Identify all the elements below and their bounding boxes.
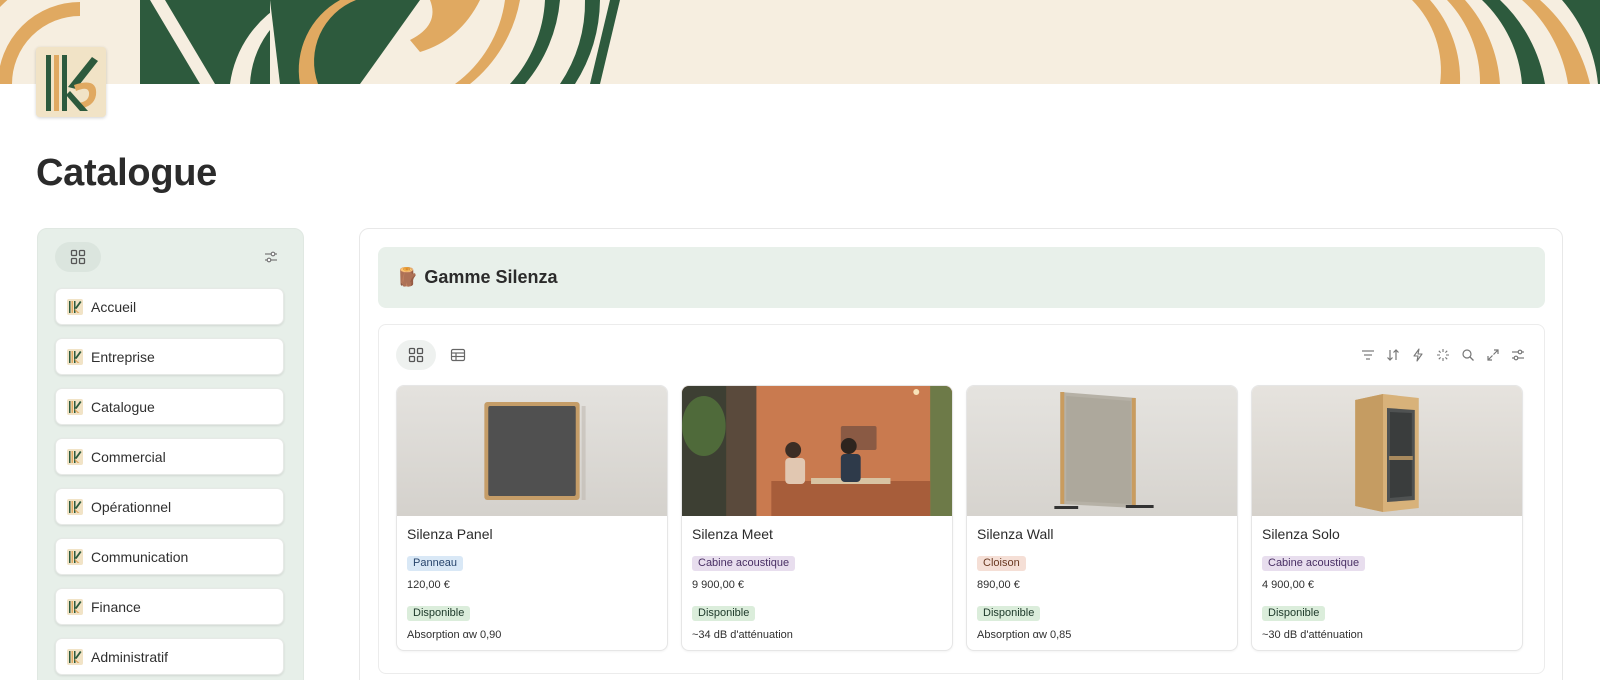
sidebar-item-label: Catalogue [91, 398, 155, 415]
filter-button[interactable] [1358, 345, 1378, 365]
logo-icon [67, 398, 83, 415]
lightning-icon [1413, 348, 1423, 362]
product-card[interactable]: Silenza Meet Cabine acoustique 9 900,00 … [681, 385, 953, 651]
sidebar-item-label: Commercial [91, 448, 166, 465]
sparkle-icon [1437, 349, 1449, 361]
callout-header: 🪵 Gamme Silenza [378, 247, 1545, 308]
product-card[interactable]: Silenza Solo Cabine acoustique 4 900,00 … [1251, 385, 1523, 651]
product-spec: Absorption αw 0,85 [977, 629, 1072, 641]
logo-icon [67, 648, 83, 665]
tab-gallery-view[interactable] [396, 340, 436, 370]
sliders-icon [1512, 349, 1524, 361]
wood-icon: 🪵 [396, 267, 419, 287]
sidebar-item-communication[interactable]: Communication [55, 538, 284, 575]
automation-button[interactable] [1408, 345, 1428, 365]
sliders-icon [265, 251, 277, 263]
product-spec: ~34 dB d'atténuation [692, 629, 793, 641]
sidebar-item-label: Finance [91, 598, 141, 615]
view-settings-button[interactable] [1508, 345, 1528, 365]
gallery-grid-icon [70, 249, 86, 265]
product-card[interactable]: Silenza Panel Panneau 120,00 € Disponibl… [396, 385, 668, 651]
expand-icon [1487, 349, 1499, 361]
sidebar-item-administratif[interactable]: Administratif [55, 638, 284, 675]
view-tabs [396, 340, 480, 370]
product-card[interactable]: Silenza Wall Cloison 890,00 € Disponible… [966, 385, 1238, 651]
sidebar-item-label: Accueil [91, 298, 137, 315]
sidebar-item-entreprise[interactable]: Entreprise [55, 338, 284, 375]
sidebar-item-catalogue[interactable]: Catalogue [55, 388, 284, 425]
sidebar-settings-button[interactable] [261, 247, 281, 267]
filter-icon [1362, 350, 1374, 360]
cover-pattern [0, 0, 1600, 84]
product-name: Silenza Panel [407, 526, 493, 542]
product-type-tag: Cabine acoustique [692, 556, 796, 571]
sort-button[interactable] [1383, 345, 1403, 365]
sidebar-item-label: Entreprise [91, 348, 155, 365]
product-price: 120,00 € [407, 579, 450, 591]
search-icon [1462, 349, 1474, 361]
callout-title: Gamme Silenza [424, 267, 558, 287]
product-price: 9 900,00 € [692, 579, 744, 591]
status-badge: Disponible [977, 606, 1041, 621]
product-image-panel [397, 386, 667, 516]
logo-icon [67, 548, 83, 565]
sidebar-item-finance[interactable]: Finance [55, 588, 284, 625]
gallery-grid-icon [408, 347, 424, 363]
database-toolbar [1353, 345, 1528, 365]
product-price: 890,00 € [977, 579, 1020, 591]
sidebar-nav: Accueil Entreprise Catalogue Commercial … [55, 288, 284, 680]
product-type-tag: Cloison [977, 556, 1026, 571]
product-image-wall [967, 386, 1237, 516]
status-badge: Disponible [1262, 606, 1326, 621]
product-name: Silenza Wall [977, 526, 1054, 542]
sidebar: Accueil Entreprise Catalogue Commercial … [37, 228, 304, 680]
sidebar-item-operationnel[interactable]: Opérationnel [55, 488, 284, 525]
product-spec: Absorption αw 0,90 [407, 629, 502, 641]
sidebar-item-label: Communication [91, 548, 189, 565]
gallery-cards: Silenza Panel Panneau 120,00 € Disponibl… [396, 385, 1536, 651]
sidebar-item-label: Opérationnel [91, 498, 172, 515]
page-logo-icon[interactable] [36, 47, 106, 117]
status-badge: Disponible [407, 606, 471, 621]
product-price: 4 900,00 € [1262, 579, 1314, 591]
logo-icon [67, 598, 83, 615]
table-icon [450, 348, 466, 362]
expand-button[interactable] [1483, 345, 1503, 365]
search-button[interactable] [1458, 345, 1478, 365]
product-spec: ~30 dB d'atténuation [1262, 629, 1363, 641]
sidebar-item-commercial[interactable]: Commercial [55, 438, 284, 475]
product-type-tag: Cabine acoustique [1262, 556, 1366, 571]
product-type-tag: Panneau [407, 556, 464, 571]
main-panel: 🪵 Gamme Silenza Silenza Panel Panneau 12… [359, 228, 1563, 680]
sidebar-item-accueil[interactable]: Accueil [55, 288, 284, 325]
logo-icon [67, 498, 83, 515]
product-name: Silenza Meet [692, 526, 773, 542]
ai-button[interactable] [1433, 345, 1453, 365]
product-name: Silenza Solo [1262, 526, 1340, 542]
page-title: Catalogue [36, 152, 217, 194]
status-badge: Disponible [692, 606, 756, 621]
cover-banner [0, 0, 1600, 84]
product-database: Silenza Panel Panneau 120,00 € Disponibl… [378, 324, 1545, 674]
product-image-meet [682, 386, 952, 516]
tab-table-view[interactable] [438, 340, 478, 370]
logo-icon [67, 448, 83, 465]
gallery-view-toggle[interactable] [55, 242, 101, 272]
sidebar-item-label: Administratif [91, 648, 169, 665]
logo-icon [67, 298, 83, 315]
product-image-solo [1252, 386, 1522, 516]
logo-icon [67, 348, 83, 365]
sort-icon [1387, 349, 1399, 361]
